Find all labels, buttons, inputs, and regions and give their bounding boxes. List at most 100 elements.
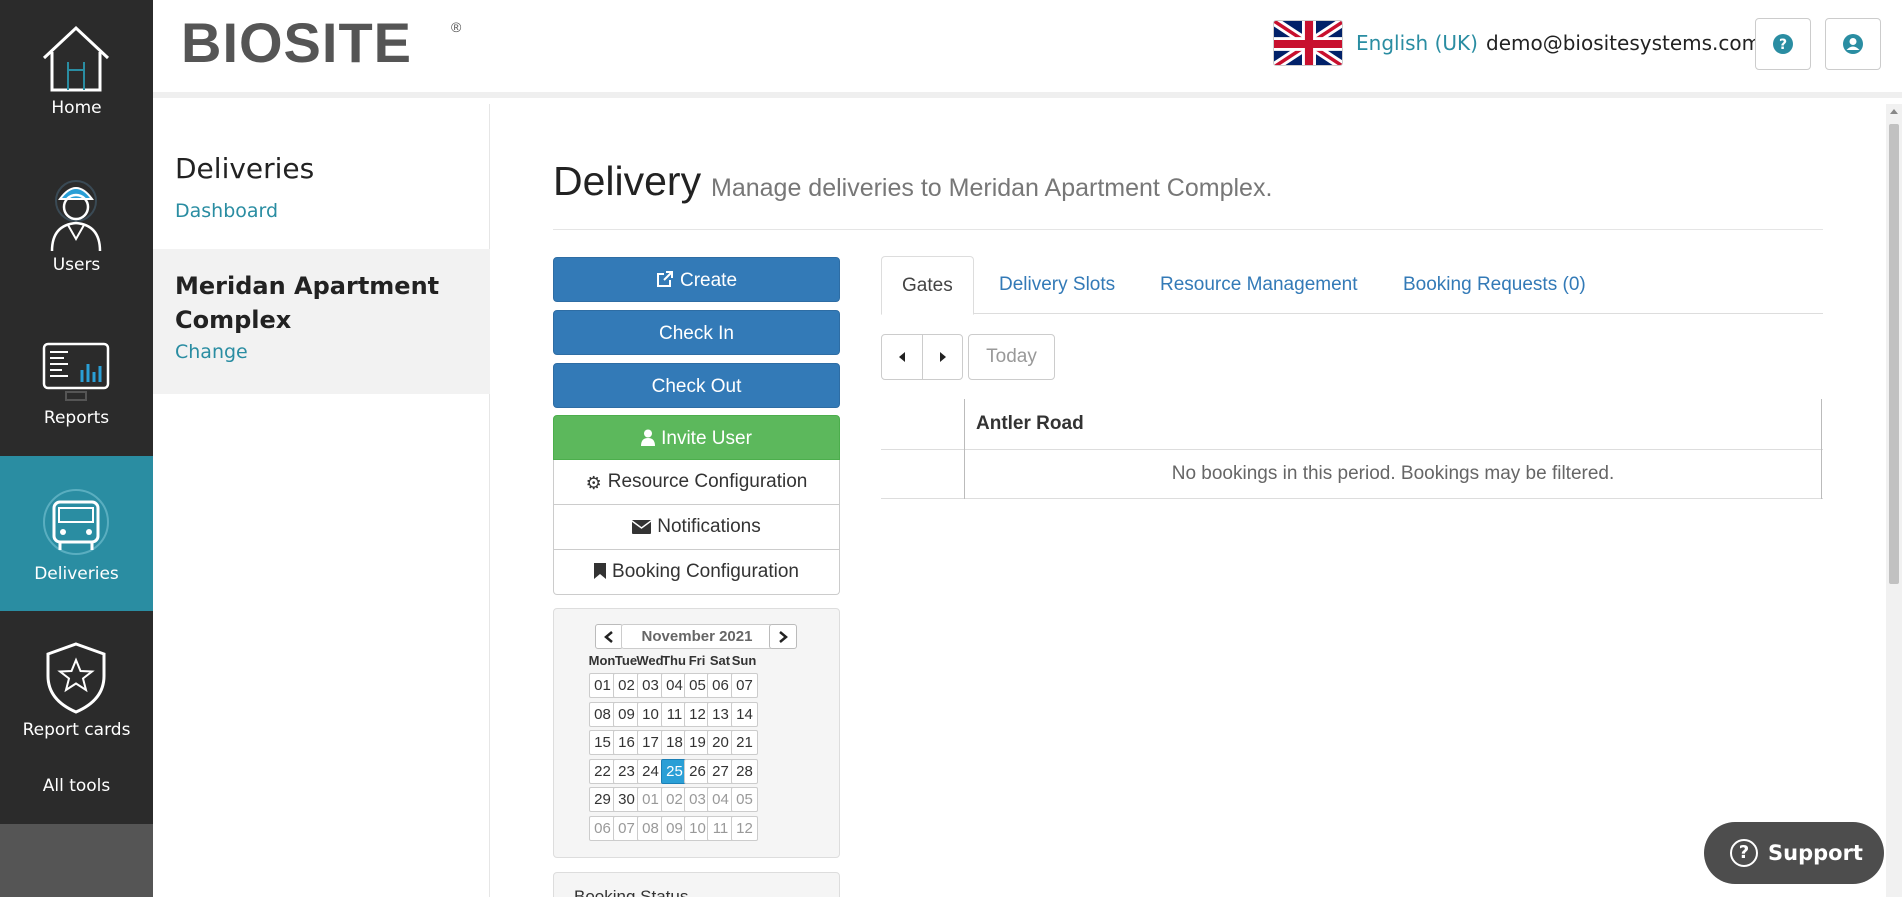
calendar-day[interactable]: 08 [589, 701, 616, 727]
booking-status-panel: Booking Status [553, 872, 840, 897]
tab-resource-management[interactable]: Resource Management [1160, 256, 1358, 314]
resource-config-label: Resource Configuration [607, 471, 808, 492]
calendar-day[interactable]: 03 [637, 673, 664, 698]
site-section: Meridan Apartment Complex Change [153, 249, 490, 394]
scroll-thumb[interactable] [1889, 124, 1899, 584]
tab-booking-requests[interactable]: Booking Requests (0) [1403, 256, 1586, 314]
resource-configuration-button[interactable]: ⚙ Resource Configuration [553, 460, 840, 505]
calendar-day[interactable]: 17 [637, 730, 664, 755]
nav-item-report-cards[interactable]: Report cards [0, 612, 153, 767]
calendar-day[interactable]: 01 [637, 787, 664, 812]
calendar-day[interactable]: 05 [731, 787, 758, 812]
chevron-right-icon [779, 630, 788, 643]
calendar-day[interactable]: 28 [731, 758, 758, 784]
date-picker: November 2021 Mon Tue Wed Thu Fri Sat Sun 01 02 0… [553, 608, 840, 858]
worker-icon [50, 180, 102, 252]
caret-right-icon [939, 352, 946, 362]
user-icon [641, 429, 656, 446]
secondary-sidebar: Deliveries Dashboard Meridan Apartment C… [153, 104, 490, 897]
nav-item-home[interactable]: Home [0, 0, 153, 155]
next-month-button[interactable] [769, 624, 797, 649]
dashboard-link[interactable]: Dashboard [175, 200, 278, 222]
calendar-day[interactable]: 04 [707, 787, 734, 812]
calendar-day[interactable]: 23 [613, 758, 640, 784]
gates-schedule: Antler Road No bookings in this period. … [881, 399, 1823, 499]
deliveries-section: Deliveries Dashboard [153, 104, 490, 249]
calendar-day[interactable]: 09 [613, 701, 640, 727]
calendar-day[interactable]: 14 [731, 701, 758, 727]
calendar-day[interactable]: 21 [731, 730, 758, 755]
nav-item-deliveries[interactable]: Deliveries [0, 456, 153, 611]
language-selector[interactable]: English (UK) [1356, 31, 1478, 55]
nav-all-tools[interactable]: All tools [0, 776, 153, 796]
support-label: Support [1768, 841, 1863, 865]
calendar-day[interactable]: 30 [613, 787, 640, 812]
logo-text: BIOSITE [181, 16, 412, 68]
chevron-left-icon [604, 630, 613, 643]
site-name-line1: Meridan Apartment [175, 272, 440, 300]
page-subtitle: Manage deliveries to Meridan Apartment C… [711, 174, 1273, 202]
calendar-day[interactable]: 10 [637, 701, 664, 727]
calendar-day[interactable]: 27 [707, 758, 734, 784]
calendar-day[interactable]: 02 [613, 673, 640, 698]
calendar-day[interactable]: 13 [707, 701, 734, 727]
invite-user-button[interactable]: Invite User [553, 415, 840, 460]
tab-gates[interactable]: Gates [881, 256, 974, 315]
check-out-label: Check Out [651, 376, 742, 397]
page-title: Delivery [553, 158, 702, 204]
calendar-day[interactable]: 16 [613, 730, 640, 755]
calendar-month[interactable]: November 2021 [621, 624, 773, 649]
house-icon [42, 25, 110, 92]
logo-reg: ® [451, 19, 462, 35]
nav-label: Deliveries [34, 564, 119, 584]
create-button[interactable]: Create [553, 257, 840, 302]
prev-period-button[interactable] [881, 334, 923, 380]
calendar-day[interactable]: 11 [707, 815, 734, 841]
nav-item-reports[interactable]: Reports [0, 310, 153, 465]
bookmark-icon [594, 563, 607, 579]
create-label: Create [679, 270, 738, 291]
notifications-button[interactable]: Notifications [553, 505, 840, 550]
help-icon: ? [1773, 34, 1793, 54]
site-name-line2: Complex [175, 306, 292, 334]
divider [553, 229, 1823, 230]
calendar-day[interactable]: 12 [731, 815, 758, 841]
page-scrollbar[interactable] [1886, 104, 1902, 897]
calendar-day[interactable]: 20 [707, 730, 734, 755]
calendar-day[interactable]: 07 [613, 815, 640, 841]
shield-star-icon [46, 642, 106, 714]
report-icon [42, 342, 110, 401]
empty-bookings-message: No bookings in this period. Bookings may… [1171, 463, 1615, 484]
svg-text:?: ? [1779, 37, 1787, 53]
next-period-button[interactable] [922, 334, 963, 380]
nav-item-users[interactable]: Users [0, 155, 153, 310]
help-button[interactable]: ? [1755, 18, 1811, 70]
caret-left-icon [899, 352, 905, 362]
tab-delivery-slots[interactable]: Delivery Slots [999, 256, 1115, 314]
today-button[interactable]: Today [968, 334, 1055, 380]
scroll-up-arrow[interactable] [1890, 109, 1898, 114]
check-out-button[interactable]: Check Out [553, 363, 840, 408]
check-in-button[interactable]: Check In [553, 310, 840, 355]
calendar-day[interactable]: 06 [589, 815, 616, 841]
change-site-link[interactable]: Change [175, 341, 248, 363]
calendar-day[interactable]: 08 [637, 815, 664, 841]
calendar-day[interactable]: 06 [707, 673, 734, 698]
calendar-day[interactable]: 24 [637, 758, 664, 784]
prev-month-button[interactable] [595, 624, 623, 649]
section-title: Deliveries [175, 152, 315, 185]
booking-status-title: Booking Status [574, 887, 689, 897]
calendar-day[interactable]: 29 [589, 787, 616, 812]
account-button[interactable] [1825, 18, 1881, 70]
booking-configuration-button[interactable]: Booking Configuration [553, 550, 840, 595]
gear-icon: ⚙ [585, 473, 602, 494]
biosite-logo[interactable]: BIOSITE ® [181, 16, 471, 68]
calendar-day[interactable]: 07 [731, 673, 758, 698]
calendar-day[interactable]: 01 [589, 673, 616, 698]
calendar-day[interactable]: 15 [589, 730, 616, 755]
calendar-day[interactable]: 22 [589, 758, 616, 784]
support-button[interactable]: ? Support [1704, 822, 1884, 884]
external-link-icon [656, 271, 673, 287]
top-header: BIOSITE ® English (UK) demo@biositesyste… [153, 0, 1902, 98]
uk-flag-icon[interactable] [1273, 20, 1343, 66]
